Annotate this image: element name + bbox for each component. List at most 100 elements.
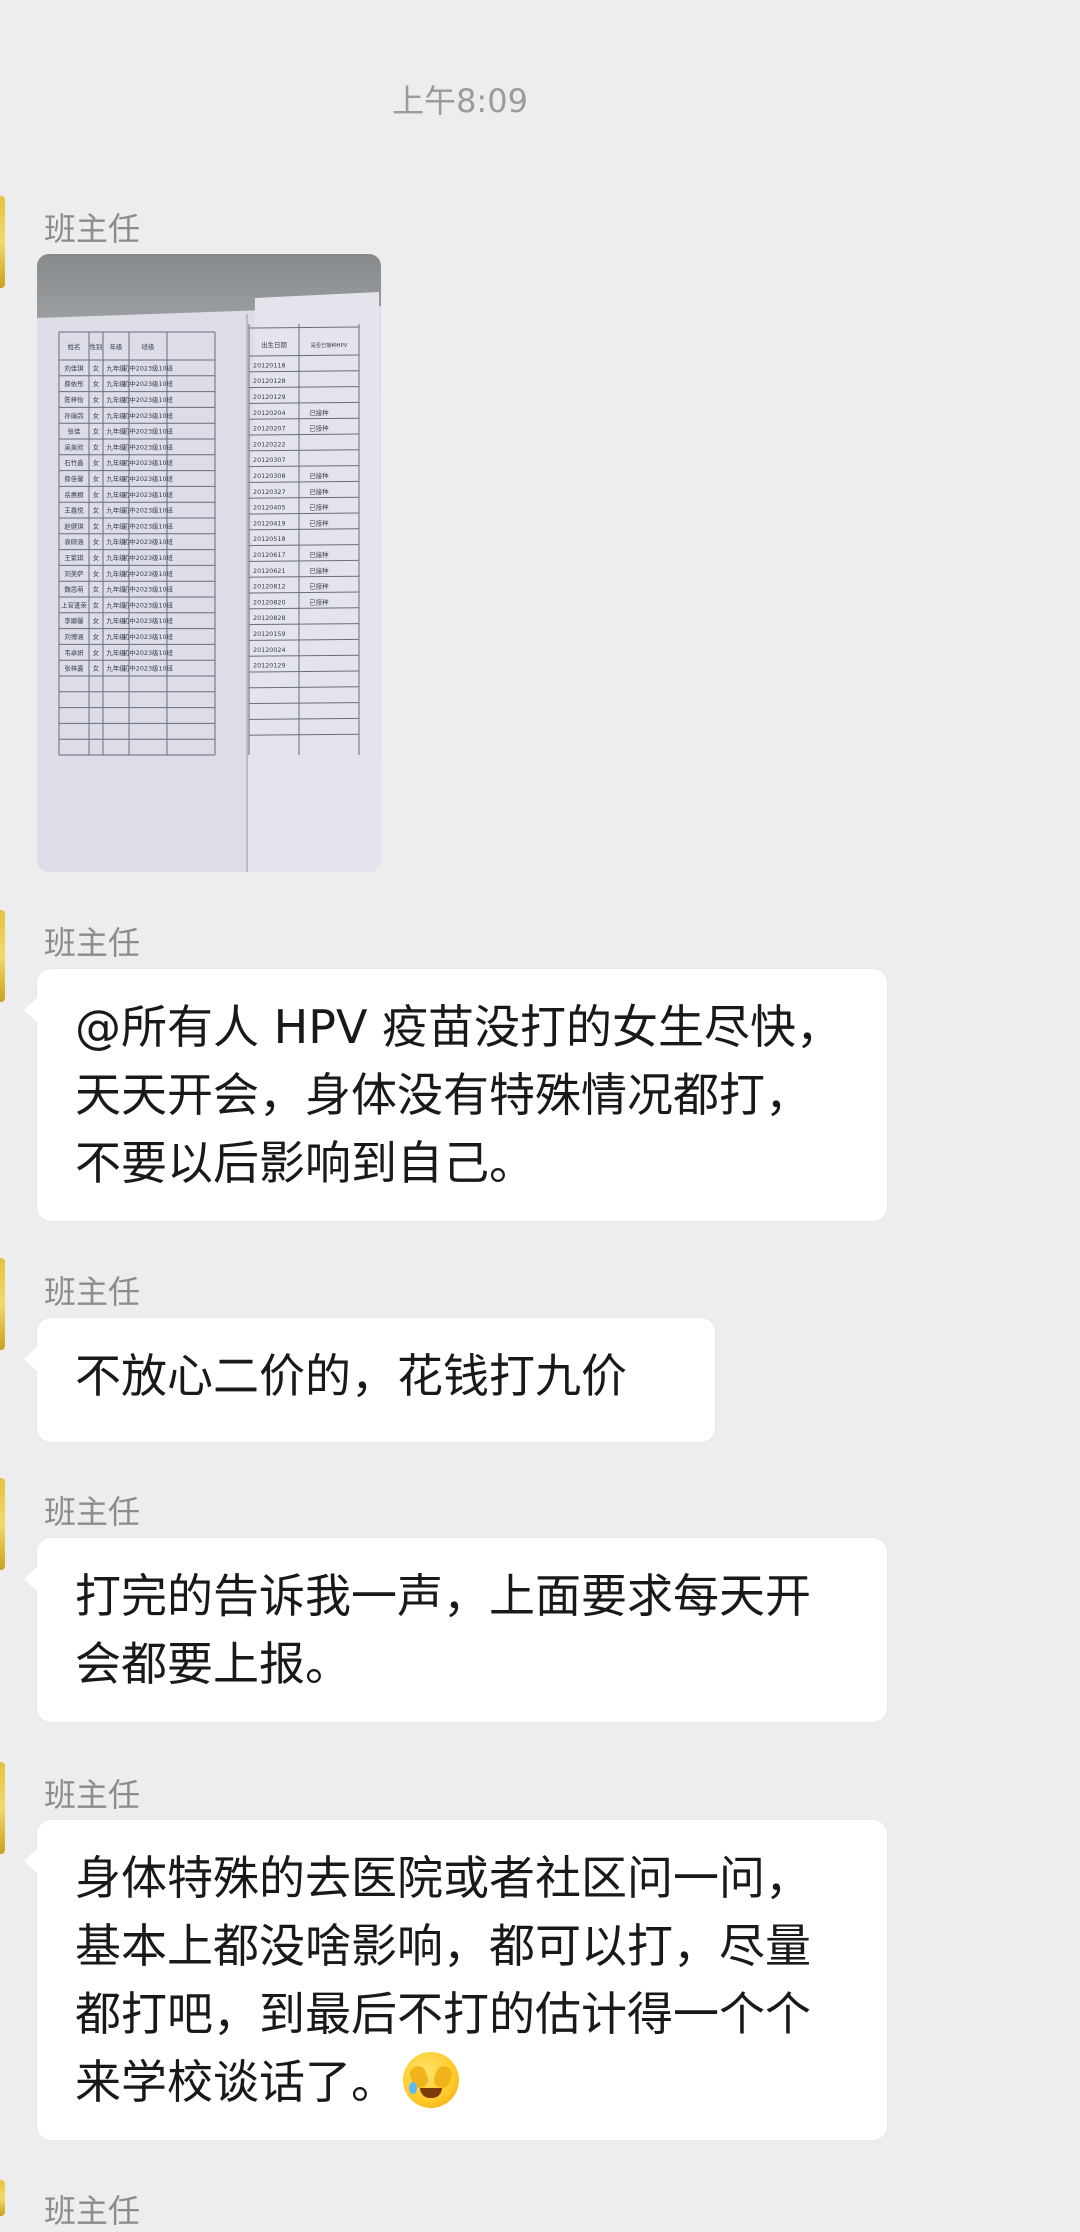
table-cell-text: 石竹鑫 xyxy=(64,458,84,467)
sender-name: 班主任 xyxy=(44,210,141,248)
table-cell-text: 出生日期 xyxy=(261,340,287,349)
table-cell-text: 张梓嘉 xyxy=(64,664,83,673)
table-cell-text: 初中2023级10班 xyxy=(123,664,174,673)
table-cell-text: 已接种 xyxy=(309,408,328,417)
table-cell-text: 孙瑞鸽 xyxy=(64,411,84,420)
sender-name: 班主任 xyxy=(44,2192,141,2230)
table-cell-text: 初中2023级10班 xyxy=(123,585,174,594)
table-cell-text: 初中2023级10班 xyxy=(123,521,174,530)
table-cell-text: 王紫琪 xyxy=(64,553,84,562)
table-cell-text: 20120024 xyxy=(253,646,286,654)
table-cell-text: 初中2023级10班 xyxy=(123,411,174,420)
message-text: 打完的告诉我一声，上面要求每天开会都要上报。 xyxy=(75,1569,811,1691)
table-cell-text: 陈梓怡 xyxy=(64,395,84,404)
table-cell-text: 20120308 xyxy=(253,472,286,480)
table-cell-text: 已接种 xyxy=(309,582,328,591)
table-cell-text: 袁硕涵 xyxy=(64,537,83,546)
table-cell-text: 20120518 xyxy=(253,535,286,543)
message-timestamp: 上午8:09 xyxy=(392,82,528,120)
table-cell-text: 王鑫悦 xyxy=(64,506,84,515)
table-cell-text: 性别 xyxy=(90,342,103,351)
sender-name: 班主任 xyxy=(44,1493,141,1531)
table-cell-text: 女 xyxy=(93,363,100,372)
table-cell-text: 魏思萌 xyxy=(64,585,84,594)
table-cell-text: 张佳 xyxy=(68,427,81,436)
text-message-bubble[interactable]: @所有人 HPV 疫苗没打的女生尽快，天天开会，身体没有特殊情况都打，不要以后影… xyxy=(24,969,887,1221)
table-cell-text: 20120820 xyxy=(253,598,286,606)
table-cell-text: 已接种 xyxy=(309,597,328,606)
table-cell-text: 女 xyxy=(93,553,100,562)
sender-avatar[interactable] xyxy=(0,1478,5,1570)
table-cell-text: 刘博涵 xyxy=(64,632,83,641)
text-message-bubble[interactable]: 打完的告诉我一声，上面要求每天开会都要上报。 xyxy=(24,1538,887,1722)
sender-avatar[interactable] xyxy=(0,2180,5,2216)
table-cell-text: 初中2023级10班 xyxy=(123,600,174,609)
table-cell-text: 女 xyxy=(93,506,100,515)
table-cell-text: 女 xyxy=(93,395,100,404)
table-cell-text: 班级 xyxy=(142,342,155,351)
table-cell-text: 初中2023级10班 xyxy=(123,490,174,499)
sender-avatar[interactable] xyxy=(0,1258,5,1350)
table-cell-text: 20120128 xyxy=(253,377,286,385)
table-cell-text: 20120828 xyxy=(253,614,286,622)
table-cell-text: 20120129 xyxy=(253,662,286,670)
text-message-bubble[interactable]: 身体特殊的去医院或者社区问一问，基本上都没啥影响，都可以打，尽量都打吧，到最后不… xyxy=(24,1820,887,2140)
table-cell-text: 20120812 xyxy=(253,583,286,591)
table-cell-text: 刘佳琪 xyxy=(64,363,84,372)
table-cell-text: 20120617 xyxy=(253,551,286,559)
table-cell-text: 初中2023级10班 xyxy=(123,442,174,451)
table-cell-text: 女 xyxy=(93,664,100,673)
table-cell-text: 初中2023级10班 xyxy=(123,632,174,641)
table-cell-text: 吴美欣 xyxy=(64,442,84,451)
table-cell-text: 姓名 xyxy=(68,342,81,351)
table-cell-text: 刘美萨 xyxy=(64,569,84,578)
table-cell-text: 已接种 xyxy=(309,550,328,559)
table-cell-text: 初中2023级10班 xyxy=(123,379,174,388)
crying-laughing-face-icon xyxy=(403,2052,459,2108)
table-cell-text: 已接种 xyxy=(309,566,328,575)
table-cell-text: 20120327 xyxy=(253,488,286,496)
table-cell-text: 上官蓬荣 xyxy=(61,600,87,609)
table-cell-text: 女 xyxy=(93,521,100,530)
table-cell-text: 女 xyxy=(93,616,100,625)
table-cell-text: 女 xyxy=(93,379,100,388)
sender-avatar[interactable] xyxy=(0,910,5,1002)
text-message-bubble[interactable]: 不放心二价的，花钱打九价 xyxy=(24,1318,715,1442)
table-cell-text: 初中2023级10班 xyxy=(123,427,174,436)
table-cell-text: 初中2023级10班 xyxy=(123,458,174,467)
table-cell-text: 女 xyxy=(93,648,100,657)
table-header-text: 是否已接种HPV xyxy=(311,341,348,349)
table-cell-text: 20120621 xyxy=(253,567,286,575)
table-cell-text: 已接种 xyxy=(309,503,328,512)
table-cell-text: 20120405 xyxy=(253,504,286,512)
table-cell-text: 初中2023级10班 xyxy=(123,474,174,483)
table-cell-text: 20120204 xyxy=(253,409,286,417)
sender-name: 班主任 xyxy=(44,924,141,962)
image-message[interactable]: 姓名 性别 年级 班级 出生日期 是否已接种HPV 刘佳琪女九年级 初中2023级10班 201… xyxy=(37,254,381,872)
photo-of-vaccination-list: 姓名 性别 年级 班级 出生日期 是否已接种HPV刘佳琪女九年级初中2023级10班 201… xyxy=(37,292,381,872)
table-cell-text: 韦卓妍 xyxy=(64,648,84,657)
table-cell-text: 初中2023级10班 xyxy=(123,616,174,625)
sender-name: 班主任 xyxy=(44,1776,141,1814)
table-cell-text: 已接种 xyxy=(309,487,328,496)
table-cell-text: 赵健琪 xyxy=(64,521,84,530)
table-cell-text: 女 xyxy=(93,458,100,467)
table-cell-text: 初中2023级10班 xyxy=(123,537,174,546)
table-cell-text: 初中2023级10班 xyxy=(123,553,174,562)
table-cell-text: 已接种 xyxy=(309,471,328,480)
table-cell-text: 女 xyxy=(93,537,100,546)
table-cell-text: 岳惠桐 xyxy=(64,490,83,499)
message-text: 不放心二价的，花钱打九价 xyxy=(75,1349,627,1403)
table-cell-text: 女 xyxy=(93,411,100,420)
table-cell-text: 20120129 xyxy=(253,393,286,401)
table-cell-text: 20120307 xyxy=(253,456,286,464)
table-cell-text: 女 xyxy=(93,600,100,609)
sender-avatar[interactable] xyxy=(0,196,5,288)
table-cell-text: 初中2023级10班 xyxy=(123,395,174,404)
sender-avatar[interactable] xyxy=(0,1762,5,1854)
message-text: @所有人 HPV 疫苗没打的女生尽快，天天开会，身体没有特殊情况都打，不要以后影… xyxy=(75,1000,843,1190)
table-cell-text: 女 xyxy=(93,632,100,641)
table-cell-text: 20120159 xyxy=(253,630,286,638)
table-cell-text: 已接种 xyxy=(309,518,328,527)
table-cell-text: 李娜馨 xyxy=(64,616,84,625)
